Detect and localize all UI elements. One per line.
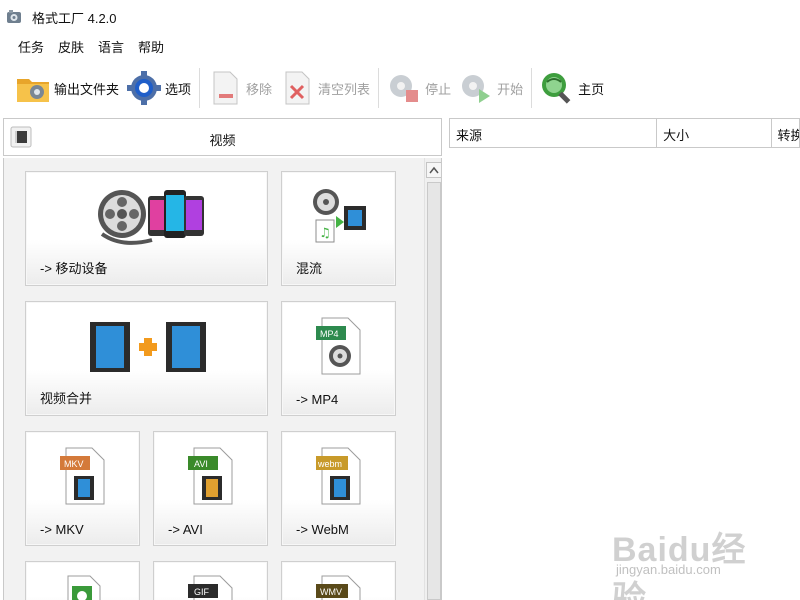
mux-icon: ♫ <box>313 189 366 243</box>
avi-badge: AVI <box>194 459 208 469</box>
wmv-tile[interactable]: WMV <box>281 561 396 600</box>
start-icon <box>457 69 495 107</box>
webm-tile[interactable]: webm -> WebM <box>281 431 396 546</box>
remove-file-icon <box>206 69 244 107</box>
mux-label: 混流 <box>296 261 323 276</box>
scroll-up-button[interactable] <box>426 162 441 178</box>
mp4-badge: MP4 <box>320 329 339 339</box>
watermark-url: jingyan.baidu.com <box>616 562 721 577</box>
chevron-up-icon <box>429 166 439 174</box>
mp4-label: -> MP4 <box>296 392 339 407</box>
menu-task[interactable]: 任务 <box>12 35 50 58</box>
category-title: 视频 <box>209 133 236 148</box>
baidu-watermark: Baidu经验 jingyan.baidu.com <box>612 512 772 600</box>
video-join-tile[interactable]: 视频合并 <box>25 301 268 416</box>
remove-button[interactable]: 移除 <box>206 66 272 110</box>
options-button[interactable]: 选项 <box>125 66 191 110</box>
webm-label: -> WebM <box>296 522 349 537</box>
stop-button[interactable]: 停止 <box>385 66 451 110</box>
stop-icon <box>385 69 423 107</box>
mux-tile[interactable]: ♫ 混流 <box>281 171 396 286</box>
mkv-tile[interactable]: MKV -> MKV <box>25 431 140 546</box>
column-size[interactable]: 大小 <box>656 118 771 148</box>
avi-tile[interactable]: AVI -> AVI <box>153 431 268 546</box>
menu-language[interactable]: 语言 <box>92 35 130 58</box>
wmv-badge: WMV <box>320 587 342 597</box>
column-source[interactable]: 来源 <box>449 118 657 148</box>
svg-text:♫: ♫ <box>319 226 331 241</box>
webm-file-icon <box>316 447 361 505</box>
title-bar: 格式工厂 4.2.0 <box>0 0 800 34</box>
toolbar: 输出文件夹 选项 移除 清空列表 停止 开始 主页 <box>0 60 800 116</box>
menu-help[interactable]: 帮助 <box>132 35 170 58</box>
mobile-device-tile[interactable]: -> 移动设备 <box>25 171 268 286</box>
format-tile-row4-1[interactable] <box>25 561 140 600</box>
mkv-label: -> MKV <box>40 522 84 537</box>
window-title: 格式工厂 4.2.0 <box>32 10 117 26</box>
menu-skin[interactable]: 皮肤 <box>52 35 90 58</box>
toolbar-separator <box>378 68 380 108</box>
gif-tile[interactable]: GIF <box>153 561 268 600</box>
mobile-device-icon <box>98 190 204 245</box>
start-button[interactable]: 开始 <box>457 66 523 110</box>
home-search-icon <box>538 69 576 107</box>
webm-badge: webm <box>318 459 343 469</box>
app-icon <box>7 10 21 23</box>
video-join-icon <box>90 322 206 372</box>
toolbar-separator <box>199 68 201 108</box>
green-file-icon <box>67 575 101 600</box>
avi-label: -> AVI <box>168 522 203 537</box>
mkv-badge: MKV <box>64 459 84 469</box>
vertical-scrollbar[interactable] <box>424 158 441 600</box>
gif-badge: GIF <box>194 587 209 597</box>
output-folder-button[interactable]: 输出文件夹 <box>14 66 119 110</box>
clear-list-button[interactable]: 清空列表 <box>278 66 370 110</box>
clear-list-icon <box>278 69 316 107</box>
video-category-header[interactable]: 视频 <box>3 118 442 156</box>
toolbar-separator <box>531 68 533 108</box>
mp4-tile[interactable]: MP4 -> MP4 <box>281 301 396 416</box>
menu-bar: 任务 皮肤 语言 帮助 <box>0 34 172 58</box>
gear-icon <box>125 69 163 107</box>
mobile-device-label: -> 移动设备 <box>40 261 108 276</box>
column-convert[interactable]: 转换 <box>770 118 800 148</box>
home-button[interactable]: 主页 <box>538 66 604 110</box>
folder-icon <box>14 69 52 107</box>
mkv-file-icon <box>60 447 105 505</box>
function-panel: -> 移动设备 ♫ 混流 视频合并 MP4 -> MP4 MKV -> MKV … <box>3 158 442 600</box>
task-table-header: 来源 大小 转换 <box>449 118 800 148</box>
scroll-thumb[interactable] <box>427 182 441 600</box>
watermark-brand: Baidu经验 <box>612 531 747 600</box>
video-join-label: 视频合并 <box>40 391 93 406</box>
mp4-file-icon <box>316 317 361 375</box>
avi-file-icon <box>188 447 233 505</box>
